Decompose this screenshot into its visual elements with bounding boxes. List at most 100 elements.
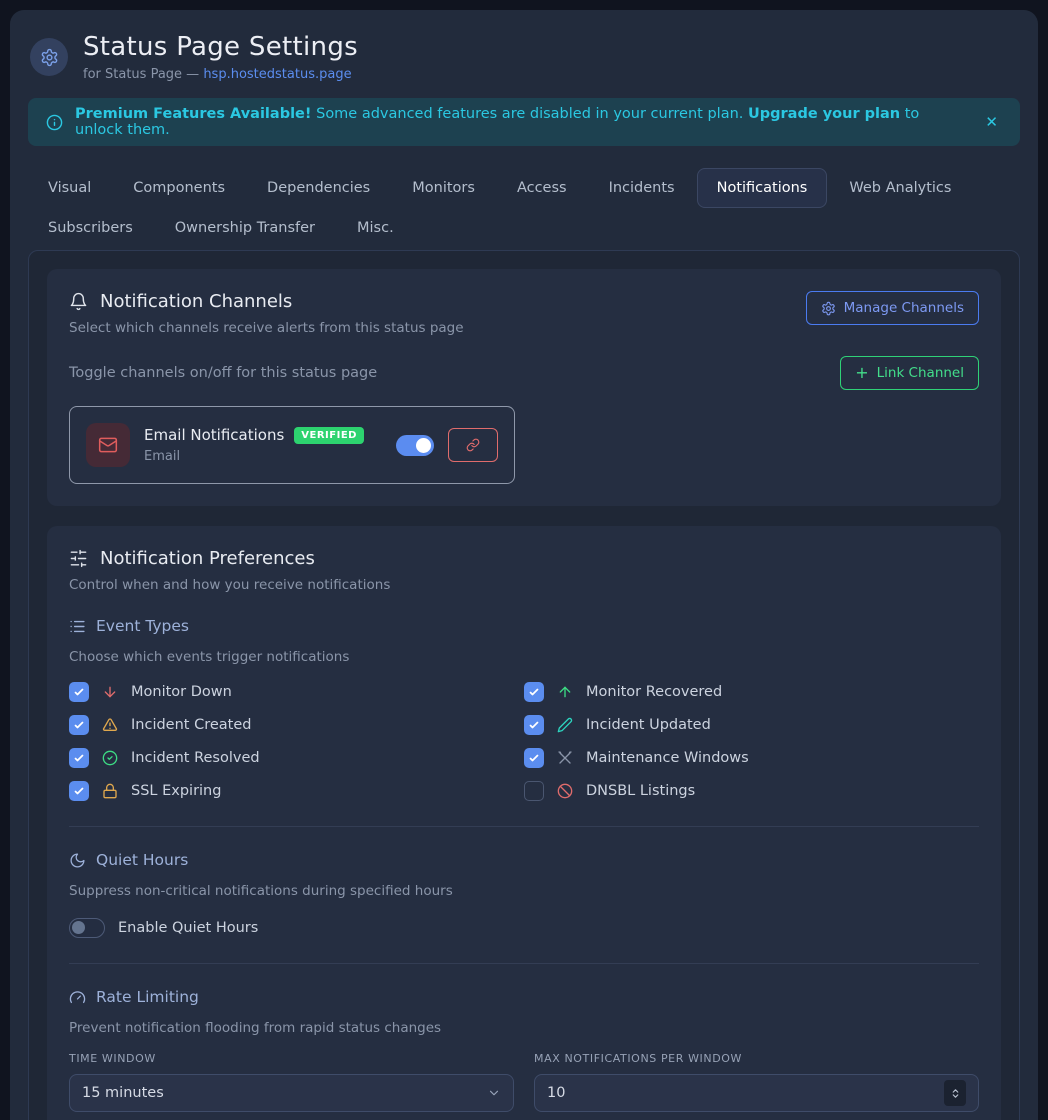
notification-preferences-card: Notification Preferences Control when an… [47,526,1001,1120]
event-label: Monitor Recovered [586,684,722,700]
tab-notifications[interactable]: Notifications [697,168,828,208]
manage-channels-button[interactable]: Manage Channels [806,291,979,325]
banner-text: Premium Features Available! Some advance… [75,106,969,138]
channels-subheading: Select which channels receive alerts fro… [69,320,464,336]
status-page-link[interactable]: hsp.hostedstatus.page [203,67,351,82]
checkbox[interactable] [524,748,544,768]
plus-icon: + [855,365,868,381]
pencil-icon [556,717,574,733]
checkbox[interactable] [524,682,544,702]
page-subtitle: for Status Page — hsp.hostedstatus.page [83,67,358,82]
link-channel-label: Link Channel [877,365,964,381]
gauge-icon [69,989,86,1006]
time-window-field: TIME WINDOW 15 minutes [69,1052,514,1112]
info-icon [46,114,63,131]
event-maintenance-windows[interactable]: Maintenance Windows [524,748,979,768]
event-label: Incident Updated [586,717,711,733]
max-notifications-input[interactable]: 10 [534,1074,979,1112]
channel-type: Email [144,449,364,464]
event-label: SSL Expiring [131,783,221,799]
premium-banner: Premium Features Available! Some advance… [28,98,1020,146]
tab-subscribers[interactable]: Subscribers [28,208,153,248]
list-icon [69,618,86,635]
event-label: DNSBL Listings [586,783,695,799]
link-channel-button[interactable]: + Link Channel [840,356,979,390]
event-types-title: Event Types [96,617,189,635]
tab-incidents[interactable]: Incidents [589,168,695,208]
manage-channels-label: Manage Channels [844,300,964,316]
settings-tabs: Visual Components Dependencies Monitors … [28,168,988,248]
event-label: Maintenance Windows [586,750,749,766]
checkbox[interactable] [524,781,544,801]
upgrade-plan-link[interactable]: Upgrade your plan [748,106,900,122]
tab-access[interactable]: Access [497,168,587,208]
number-stepper[interactable] [944,1080,966,1106]
tab-web-analytics[interactable]: Web Analytics [829,168,971,208]
event-incident-updated[interactable]: Incident Updated [524,715,979,735]
tab-visual[interactable]: Visual [28,168,111,208]
max-notifications-field: MAX NOTIFICATIONS PER WINDOW 10 [534,1052,979,1112]
banner-title: Premium Features Available! [75,106,312,122]
event-monitor-recovered[interactable]: Monitor Recovered [524,682,979,702]
chevron-down-icon [487,1086,501,1100]
quiet-hours-toggle-label: Enable Quiet Hours [118,920,258,936]
checkbox[interactable] [69,781,89,801]
notifications-panel: Notification Channels Select which chann… [28,250,1020,1120]
verified-badge: VERIFIED [294,427,364,444]
email-channel-toggle[interactable] [396,435,434,456]
time-window-value: 15 minutes [82,1085,164,1101]
divider [69,963,979,964]
checkbox[interactable] [524,715,544,735]
checkbox[interactable] [69,682,89,702]
max-notifications-value: 10 [547,1085,565,1101]
time-window-label: TIME WINDOW [69,1052,514,1065]
rate-limiting-description: Prevent notification flooding from rapid… [69,1020,979,1036]
check-circle-icon [101,750,119,766]
quiet-hours-toggle[interactable] [69,918,105,938]
email-channel-card: Email Notifications VERIFIED Email [69,406,515,484]
unlink-channel-button[interactable] [448,428,498,462]
divider [69,826,979,827]
arrow-down-icon [101,684,119,700]
event-ssl-expiring[interactable]: SSL Expiring [69,781,524,801]
subtitle-text: for Status Page — [83,67,203,82]
chevrons-up-down-icon [950,1088,961,1099]
banner-body: Some advanced features are disabled in y… [312,106,749,122]
event-dnsbl-listings[interactable]: DNSBL Listings [524,781,979,801]
event-label: Incident Resolved [131,750,260,766]
event-label: Incident Created [131,717,251,733]
notification-channels-card: Notification Channels Select which chann… [47,269,1001,506]
toggle-hint: Toggle channels on/off for this status p… [69,365,377,381]
tab-ownership-transfer[interactable]: Ownership Transfer [155,208,335,248]
link-icon [466,438,480,452]
sliders-icon [69,549,88,568]
arrow-up-icon [556,684,574,700]
tab-dependencies[interactable]: Dependencies [247,168,390,208]
moon-icon [69,852,86,869]
event-types-grid: Monitor Down Incident Created Incident R… [69,682,979,801]
tab-components[interactable]: Components [113,168,245,208]
email-channel-tile [86,423,130,467]
tab-misc[interactable]: Misc. [337,208,414,248]
checkbox[interactable] [69,715,89,735]
gear-icon [40,48,59,67]
warning-triangle-icon [101,717,119,733]
lock-icon [101,783,119,799]
event-monitor-down[interactable]: Monitor Down [69,682,524,702]
rate-limiting-title: Rate Limiting [96,988,199,1006]
quiet-hours-title: Quiet Hours [96,851,188,869]
page-title: Status Page Settings [83,32,358,62]
checkbox[interactable] [69,748,89,768]
time-window-select[interactable]: 15 minutes [69,1074,514,1112]
event-incident-resolved[interactable]: Incident Resolved [69,748,524,768]
preferences-heading: Notification Preferences [100,548,315,569]
ban-icon [556,783,574,799]
tab-monitors[interactable]: Monitors [392,168,495,208]
event-incident-created[interactable]: Incident Created [69,715,524,735]
gear-icon [821,301,836,316]
event-label: Monitor Down [131,684,232,700]
channels-heading: Notification Channels [100,291,292,312]
channel-name: Email Notifications [144,426,284,444]
close-icon[interactable]: ✕ [981,109,1002,135]
gear-avatar [30,38,68,76]
